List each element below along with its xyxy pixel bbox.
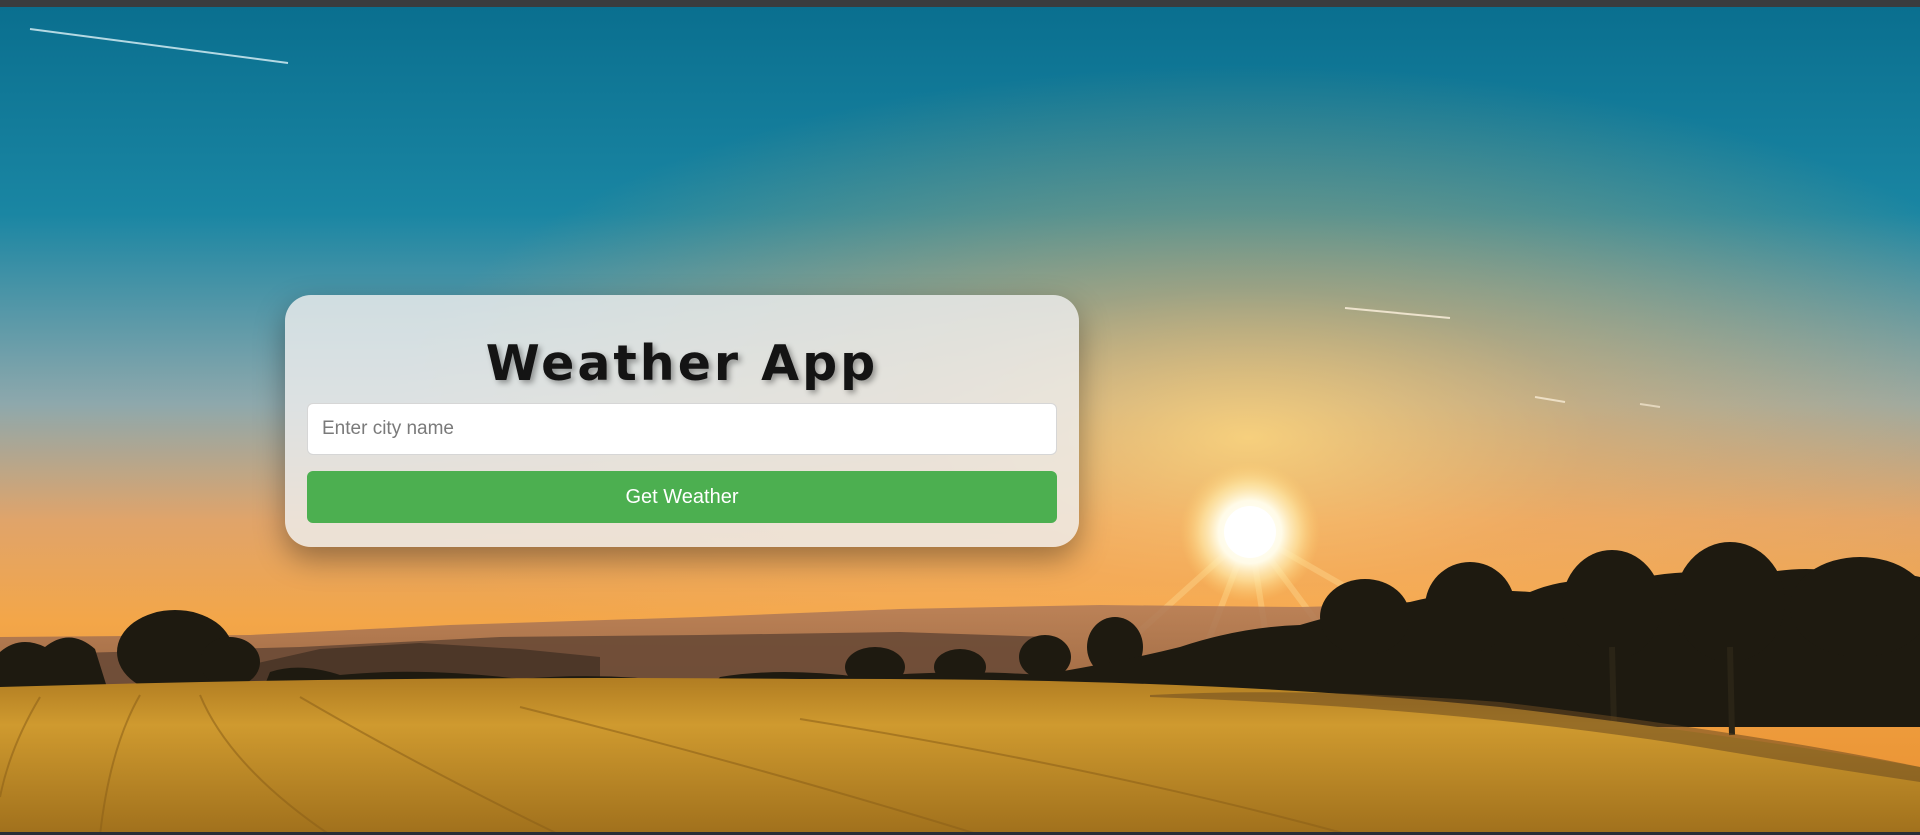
city-name-input[interactable] xyxy=(307,403,1057,455)
browser-top-bar xyxy=(0,0,1920,7)
weather-search-card: Weather App Get Weather xyxy=(285,295,1079,547)
get-weather-button[interactable]: Get Weather xyxy=(307,471,1057,523)
app-title: Weather App xyxy=(485,335,879,392)
